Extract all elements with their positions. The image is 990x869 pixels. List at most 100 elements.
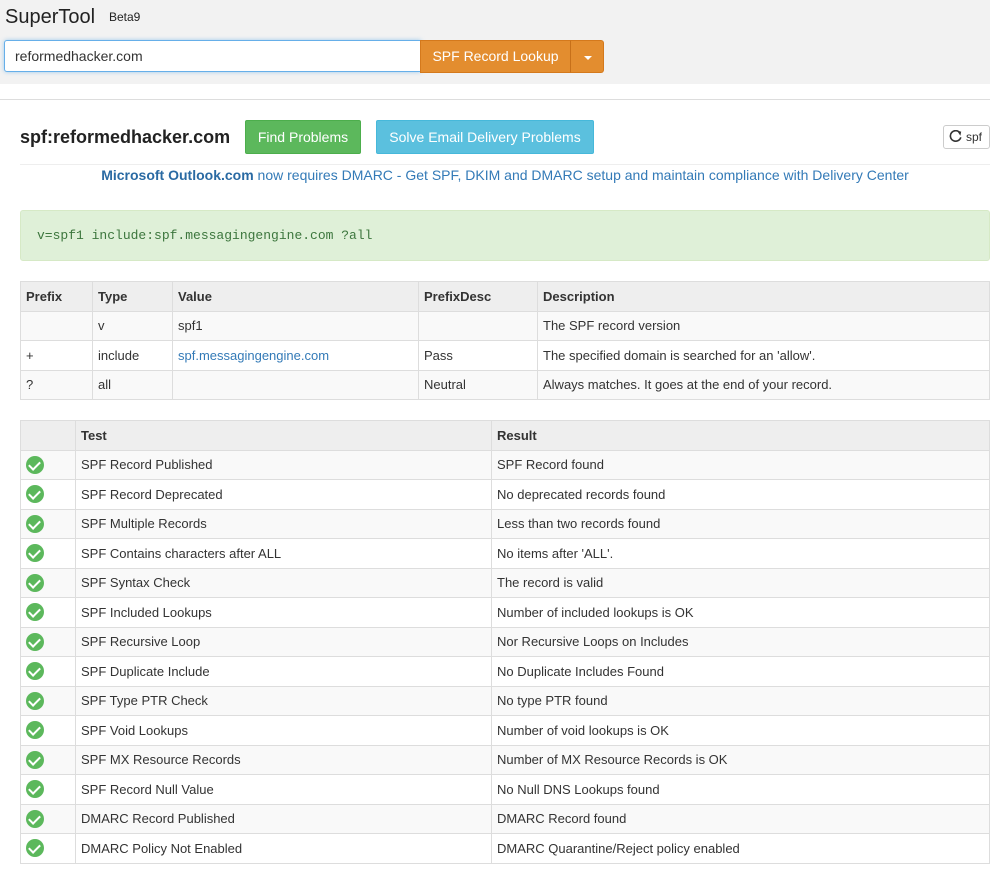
cell-prefixdesc: Neutral [418,369,538,400]
status-cell [20,774,76,805]
cell-prefixdesc [418,310,538,341]
table-row: SPF Record Null Value No Null DNS Lookups… [20,774,990,805]
check-circle-icon [26,632,44,651]
beta-badge: Beta9 [109,10,141,24]
status-cell [20,833,76,864]
cell-type: include [92,340,173,371]
table-row: SPF Included Lookups Number of included l… [20,597,990,628]
cell-test: SPF Included Lookups [75,597,492,628]
cell-result: No Null DNS Lookups found [491,774,990,805]
cell-test: SPF Void Lookups [75,715,492,746]
cell-description: The SPF record version [537,310,990,341]
spf-lookup-button[interactable]: SPF Record Lookup [420,40,571,73]
table-row: v spf1 The SPF record version [20,310,990,341]
cell-test: SPF Record Null Value [75,774,492,805]
spf-record-box: v=spf1 include:spf.messagingengine.com ?… [20,210,990,261]
cell-description: Always matches. It goes at the end of yo… [537,369,990,400]
cell-result: SPF Record found [491,449,990,480]
table-header-row: Test Result [20,420,990,451]
cell-result: No type PTR found [491,685,990,716]
notice-strong[interactable]: Microsoft Outlook.com [101,167,253,183]
cell-value: spf.messagingengine.com [172,340,419,371]
cell-result: The record is valid [491,567,990,598]
check-circle-icon [26,544,44,563]
table-row: SPF Multiple Records Less than two record… [20,508,990,539]
cell-test: SPF Record Deprecated [75,479,492,510]
column-header: Description [537,281,990,312]
cell-result: DMARC Record found [491,803,990,834]
table-row: SPF Recursive Loop Nor Recursive Loops on… [20,626,990,657]
cell-type: v [92,310,173,341]
cell-result: Less than two records found [491,508,990,539]
column-header: PrefixDesc [418,281,538,312]
cell-result: No items after 'ALL'. [491,538,990,569]
cell-result: Number of included lookups is OK [491,597,990,628]
status-cell [20,508,76,539]
cell-result: Number of MX Resource Records is OK [491,744,990,775]
table-row: ? all Neutral Always matches. It goes at… [20,369,990,400]
refresh-spf-button[interactable]: spf [943,125,990,149]
table-row: SPF Contains characters after ALL No item… [20,538,990,569]
cell-test: SPF Recursive Loop [75,626,492,657]
cell-value: spf1 [172,310,419,341]
table-row: SPF Duplicate Include No Duplicate Includ… [20,656,990,687]
check-circle-icon [26,662,44,681]
lookup-dropdown-button[interactable] [570,40,604,73]
table-row: DMARC Policy Not Enabled DMARC Quarantine… [20,833,990,864]
top-bar: SuperTool Beta9 SPF Record Lookup [0,0,990,84]
cell-test: SPF Type PTR Check [75,685,492,716]
table-row: SPF Record Deprecated No deprecated recor… [20,479,990,510]
check-circle-icon [26,603,44,622]
column-header: Prefix [20,281,93,312]
check-circle-icon [26,691,44,710]
check-circle-icon [26,455,44,474]
find-problems-button[interactable]: Find Problems [245,120,361,154]
column-header [20,420,76,451]
cell-result: DMARC Quarantine/Reject policy enabled [491,833,990,864]
status-cell [20,538,76,569]
check-circle-icon [26,780,44,799]
status-cell [20,685,76,716]
check-circle-icon [26,573,44,592]
cell-test: SPF Contains characters after ALL [75,538,492,569]
brand-title: SuperTool [5,6,96,28]
solve-delivery-button[interactable]: Solve Email Delivery Problems [376,120,594,154]
status-cell [20,479,76,510]
divider [20,164,990,165]
status-cell [20,656,76,687]
column-header: Type [92,281,173,312]
table-header-row: Prefix Type Value PrefixDesc Description [20,281,990,312]
status-cell [20,803,76,834]
status-cell [20,597,76,628]
cell-prefixdesc: Pass [418,340,538,371]
table-row: SPF MX Resource Records Number of MX Reso… [20,744,990,775]
column-header: Value [172,281,419,312]
notice-text[interactable]: now requires DMARC - Get SPF, DKIM and D… [254,167,909,183]
status-cell [20,449,76,480]
check-circle-icon [26,750,44,769]
domain-search-input[interactable] [4,40,421,72]
cell-prefix [20,310,93,341]
test-results-table: Test Result SPF Record Published SPF Reco… [20,420,990,864]
cell-result: Number of void lookups is OK [491,715,990,746]
cell-test: SPF Multiple Records [75,508,492,539]
column-header: Result [491,420,990,451]
table-row: DMARC Record Published DMARC Record found [20,803,990,834]
cell-test: SPF Syntax Check [75,567,492,598]
include-domain-link[interactable]: spf.messagingengine.com [178,348,329,363]
cell-value [172,369,419,400]
table-row: + include spf.messagingengine.com Pass T… [20,340,990,371]
check-circle-icon [26,809,44,828]
cell-result: No deprecated records found [491,479,990,510]
cell-test: DMARC Record Published [75,803,492,834]
cell-result: Nor Recursive Loops on Includes [491,626,990,657]
refresh-icon [949,130,962,142]
refresh-label: spf [966,130,983,144]
dmarc-notice[interactable]: Microsoft Outlook.com now requires DMARC… [20,167,990,183]
check-circle-icon [26,514,44,533]
status-cell [20,715,76,746]
spf-record-table: Prefix Type Value PrefixDesc Description… [20,281,990,400]
table-row: SPF Syntax Check The record is valid [20,567,990,598]
check-circle-icon [26,485,44,504]
cell-prefix: + [20,340,93,371]
